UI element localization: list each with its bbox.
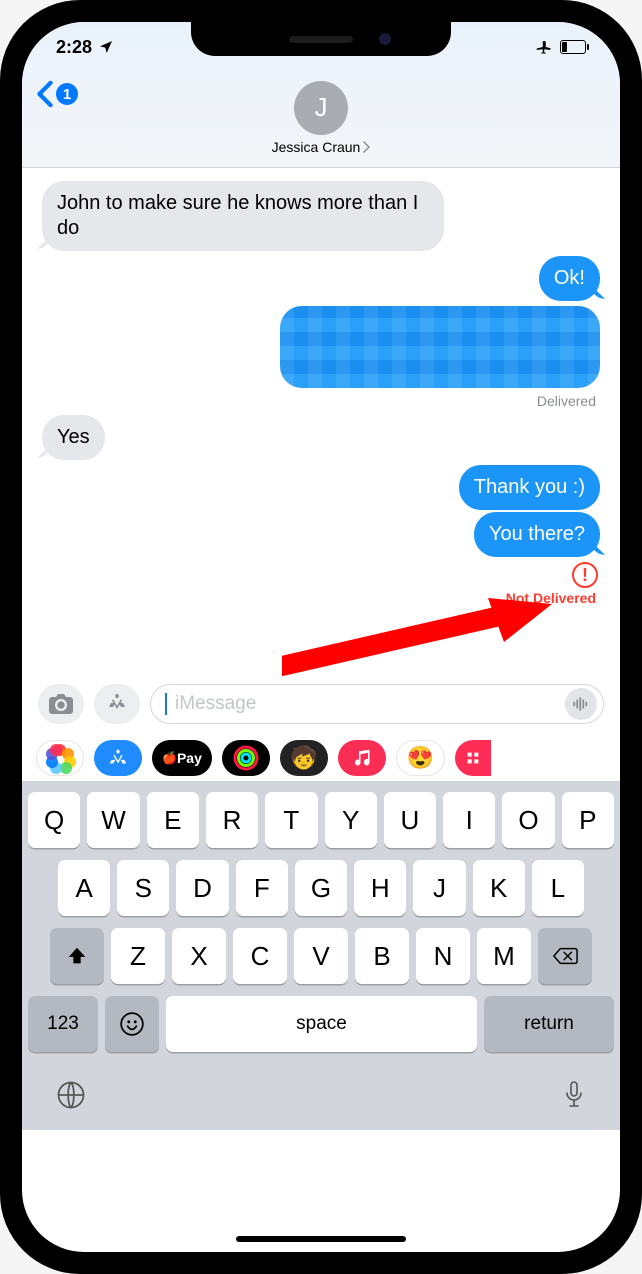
key-return[interactable]: return <box>484 996 614 1052</box>
airplane-mode-icon <box>536 38 554 56</box>
error-exclamation-icon[interactable]: ! <box>572 562 598 588</box>
message-placeholder: iMessage <box>175 693 256 715</box>
keyboard-bottom-bar <box>28 1064 614 1122</box>
memoji-icon: 🧒 <box>290 745 317 771</box>
key-y[interactable]: Y <box>325 792 377 848</box>
apple-pay-label: Pay <box>177 750 202 766</box>
keyboard-row-1: Q W E R T Y U I O P <box>28 792 614 848</box>
key-s[interactable]: S <box>117 860 169 916</box>
app-memoji[interactable]: 🧒 <box>280 740 328 776</box>
keyboard[interactable]: Q W E R T Y U I O P A S D F G H J K L <box>22 782 620 1130</box>
annotation-arrow <box>282 598 552 676</box>
conversation-header: 1 J Jessica Craun <box>22 72 620 168</box>
location-icon <box>98 39 114 55</box>
key-space[interactable]: space <box>166 996 477 1052</box>
status-time: 2:28 <box>56 37 92 58</box>
key-i[interactable]: I <box>443 792 495 848</box>
contact-name-label: Jessica Craun <box>272 139 361 155</box>
globe-button[interactable] <box>56 1080 86 1115</box>
key-f[interactable]: F <box>236 860 288 916</box>
keyboard-row-4: 123 space return <box>28 996 614 1052</box>
key-z[interactable]: Z <box>111 928 165 984</box>
activity-rings-icon <box>233 745 259 771</box>
key-c[interactable]: C <box>233 928 287 984</box>
keyboard-row-2: A S D F G H J K L <box>28 860 614 916</box>
message-in[interactable]: John to make sure he knows more than I d… <box>42 181 444 251</box>
app-more[interactable] <box>455 740 491 776</box>
compose-bar: iMessage <box>22 676 620 734</box>
photos-icon <box>48 746 72 770</box>
home-indicator[interactable] <box>236 1236 406 1242</box>
key-u[interactable]: U <box>384 792 436 848</box>
emoji-icon <box>119 1011 145 1037</box>
app-store-icon <box>107 747 129 769</box>
message-in[interactable]: Yes <box>42 415 105 460</box>
shift-icon <box>66 945 88 967</box>
chevron-left-icon <box>36 80 54 108</box>
key-x[interactable]: X <box>172 928 226 984</box>
app-strip[interactable]: 🍎Pay 🧒 😍 <box>22 734 620 782</box>
chevron-right-icon <box>362 141 370 153</box>
music-note-icon <box>353 749 371 767</box>
key-m[interactable]: M <box>477 928 531 984</box>
animoji-icon: 😍 <box>407 745 434 771</box>
message-out[interactable]: Ok! <box>539 256 600 301</box>
battery-icon <box>560 40 586 54</box>
app-store-button[interactable] <box>94 684 140 724</box>
key-t[interactable]: T <box>265 792 317 848</box>
grid-icon <box>465 750 481 766</box>
key-b[interactable]: B <box>355 928 409 984</box>
backspace-icon <box>552 946 578 966</box>
app-photos[interactable] <box>36 740 84 776</box>
key-d[interactable]: D <box>176 860 228 916</box>
key-l[interactable]: L <box>532 860 584 916</box>
key-w[interactable]: W <box>87 792 139 848</box>
delivery-status-error: Not Delivered <box>42 590 596 606</box>
key-k[interactable]: K <box>473 860 525 916</box>
key-v[interactable]: V <box>294 928 348 984</box>
key-a[interactable]: A <box>58 860 110 916</box>
app-activity[interactable] <box>222 740 270 776</box>
keyboard-row-3: Z X C V B N M <box>28 928 614 984</box>
app-apple-pay[interactable]: 🍎Pay <box>152 740 212 776</box>
app-animoji[interactable]: 😍 <box>396 740 445 776</box>
avatar: J <box>294 81 348 135</box>
unread-badge: 1 <box>56 83 78 105</box>
voice-message-button[interactable] <box>565 688 597 720</box>
globe-icon <box>56 1080 86 1110</box>
key-p[interactable]: P <box>562 792 614 848</box>
key-numbers[interactable]: 123 <box>28 996 98 1052</box>
dictation-button[interactable] <box>562 1080 586 1115</box>
microphone-icon <box>562 1080 586 1110</box>
app-music[interactable] <box>338 740 386 776</box>
contact-info[interactable]: J Jessica Craun <box>272 81 371 155</box>
message-input[interactable]: iMessage <box>150 684 604 724</box>
conversation-scroll[interactable]: John to make sure he knows more than I d… <box>22 168 620 676</box>
key-r[interactable]: R <box>206 792 258 848</box>
message-out[interactable]: You there? <box>474 512 600 557</box>
message-out[interactable]: Thank you :) <box>459 465 600 510</box>
key-o[interactable]: O <box>502 792 554 848</box>
delivery-status: Delivered <box>42 393 596 409</box>
back-button[interactable]: 1 <box>36 80 78 108</box>
text-caret <box>165 693 167 715</box>
key-backspace[interactable] <box>538 928 592 984</box>
message-out-redacted[interactable] <box>280 306 600 388</box>
key-h[interactable]: H <box>354 860 406 916</box>
key-j[interactable]: J <box>413 860 465 916</box>
key-g[interactable]: G <box>295 860 347 916</box>
camera-button[interactable] <box>38 684 84 724</box>
key-q[interactable]: Q <box>28 792 80 848</box>
key-e[interactable]: E <box>147 792 199 848</box>
key-emoji[interactable] <box>105 996 159 1052</box>
app-app-store[interactable] <box>94 740 142 776</box>
key-n[interactable]: N <box>416 928 470 984</box>
key-shift[interactable] <box>50 928 104 984</box>
